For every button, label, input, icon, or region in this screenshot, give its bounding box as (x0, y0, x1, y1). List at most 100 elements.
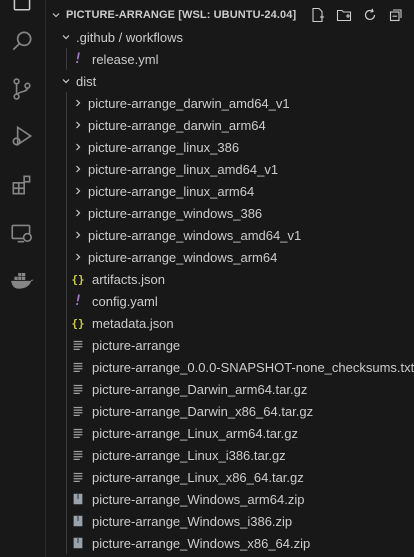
indent-guide (66, 268, 67, 290)
tree-file[interactable]: picture-arrange_Linux_x86_64.tar.gz (46, 466, 414, 488)
text-file-icon (70, 425, 86, 441)
tree-item-label: picture-arrange_windows_386 (88, 205, 263, 221)
tree-file[interactable]: picture-arrange_Darwin_arm64.tar.gz (46, 378, 414, 400)
yaml-file-icon: ! (73, 51, 83, 67)
explorer-panel: PICTURE-ARRANGE [WSL: UBUNTU-24.04] .git… (46, 0, 414, 557)
zip-file-icon (70, 491, 86, 507)
tree-item-label: picture-arrange_Darwin_arm64.tar.gz (92, 381, 308, 397)
tree-item-label: picture-arrange_linux_amd64_v1 (88, 161, 279, 177)
indent-guide (66, 180, 67, 202)
indent-guide (66, 202, 67, 224)
path-separator: / (115, 29, 126, 45)
chevron-right-icon[interactable] (70, 249, 86, 265)
tree-item-label: picture-arrange_windows_amd64_v1 (88, 227, 302, 243)
tree-item-label: picture-arrange (92, 337, 181, 353)
tree-item-label: picture-arrange_Linux_i386.tar.gz (92, 447, 286, 463)
indent-guide (66, 136, 67, 158)
indent-guide (66, 510, 67, 532)
zip-file-icon (70, 513, 86, 529)
remote-explorer-icon[interactable] (8, 219, 36, 247)
activity-bar (0, 0, 46, 557)
tree-file[interactable]: picture-arrange_Linux_arm64.tar.gz (46, 422, 414, 444)
tree-folder[interactable]: picture-arrange_darwin_amd64_v1 (46, 92, 414, 114)
tree-file[interactable]: picture-arrange_Windows_arm64.zip (46, 488, 414, 510)
refresh-icon[interactable] (360, 5, 380, 25)
text-file-icon (70, 447, 86, 463)
tree-file[interactable]: {} metadata.json (46, 312, 414, 334)
tree-item-label: metadata.json (92, 315, 174, 331)
tree-file[interactable]: picture-arrange_Darwin_x86_64.tar.gz (46, 400, 414, 422)
chevron-right-icon[interactable] (70, 117, 86, 133)
tree-item-label: .github / workflows (76, 30, 183, 45)
tree-folder[interactable]: picture-arrange_windows_arm64 (46, 246, 414, 268)
tree-folder[interactable]: picture-arrange_linux_386 (46, 136, 414, 158)
new-file-icon[interactable] (308, 5, 328, 25)
indent-guide (66, 444, 67, 466)
tree-item-label: picture-arrange_Darwin_x86_64.tar.gz (92, 403, 314, 419)
new-folder-icon[interactable] (334, 5, 354, 25)
tree-file[interactable]: ! release.yml (46, 48, 414, 70)
indent-guide (66, 378, 67, 400)
json-file-icon: {} (71, 316, 85, 330)
tree-item-label: picture-arrange_darwin_arm64 (88, 117, 266, 133)
indent-guide (66, 290, 67, 312)
tree-item-label: picture-arrange_linux_386 (88, 139, 240, 155)
zip-file-icon (70, 535, 86, 551)
text-file-icon (70, 381, 86, 397)
text-file-icon (70, 337, 86, 353)
indent-guide (66, 466, 67, 488)
indent-guide (66, 400, 67, 422)
tree-item-label: dist (76, 73, 97, 89)
file-tree: .github / workflows! release.yml dist pictu… (46, 26, 414, 554)
search-icon[interactable] (8, 27, 36, 55)
chevron-down-icon[interactable] (58, 29, 74, 45)
tree-file[interactable]: picture-arrange_Windows_x86_64.zip (46, 532, 414, 554)
chevron-right-icon[interactable] (70, 205, 86, 221)
tree-file[interactable]: picture-arrange_Windows_i386.zip (46, 510, 414, 532)
folder-name: workflows (125, 29, 183, 45)
indent-guide (66, 422, 67, 444)
tree-file[interactable]: picture-arrange (46, 334, 414, 356)
tree-file[interactable]: ! config.yaml (46, 290, 414, 312)
tree-folder[interactable]: picture-arrange_windows_386 (46, 202, 414, 224)
tree-folder[interactable]: dist (46, 70, 414, 92)
chevron-right-icon[interactable] (70, 183, 86, 199)
workspace-title: PICTURE-ARRANGE [WSL: UBUNTU-24.04] (66, 9, 297, 21)
explorer-icon[interactable] (8, 0, 36, 14)
extensions-icon[interactable] (8, 171, 36, 199)
tree-item-label: config.yaml (92, 293, 158, 309)
indent-guide (66, 158, 67, 180)
tree-folder[interactable]: picture-arrange_windows_amd64_v1 (46, 224, 414, 246)
tree-file[interactable]: {} artifacts.json (46, 268, 414, 290)
indent-guide (66, 312, 67, 334)
chevron-right-icon[interactable] (70, 227, 86, 243)
collapse-all-icon[interactable] (386, 5, 406, 25)
chevron-right-icon[interactable] (70, 161, 86, 177)
run-debug-icon[interactable] (8, 122, 36, 150)
chevron-right-icon[interactable] (70, 95, 86, 111)
text-file-icon (70, 403, 86, 419)
indent-guide (66, 356, 67, 378)
tree-folder[interactable]: picture-arrange_darwin_arm64 (46, 114, 414, 136)
tree-item-label: release.yml (92, 51, 159, 67)
indent-guide (66, 48, 67, 70)
chevron-down-icon[interactable] (58, 73, 74, 89)
tree-folder[interactable]: picture-arrange_linux_arm64 (46, 180, 414, 202)
chevron-right-icon[interactable] (70, 139, 86, 155)
text-file-icon (70, 359, 86, 375)
tree-item-label: picture-arrange_linux_arm64 (88, 183, 255, 199)
tree-folder[interactable]: .github / workflows (46, 26, 414, 48)
tree-item-label: picture-arrange_Linux_x86_64.tar.gz (92, 469, 304, 485)
docker-icon[interactable] (8, 266, 36, 294)
chevron-down-icon[interactable] (48, 7, 64, 23)
folder-name: .github (76, 29, 116, 45)
indent-guide (66, 92, 67, 114)
tree-file[interactable]: picture-arrange_0.0.0-SNAPSHOT-none_chec… (46, 356, 414, 378)
source-control-icon[interactable] (8, 75, 36, 103)
tree-folder[interactable]: picture-arrange_linux_amd64_v1 (46, 158, 414, 180)
indent-guide (66, 334, 67, 356)
indent-guide (66, 488, 67, 510)
indent-guide (66, 532, 67, 554)
tree-file[interactable]: picture-arrange_Linux_i386.tar.gz (46, 444, 414, 466)
tree-item-label: picture-arrange_Windows_x86_64.zip (92, 535, 311, 551)
